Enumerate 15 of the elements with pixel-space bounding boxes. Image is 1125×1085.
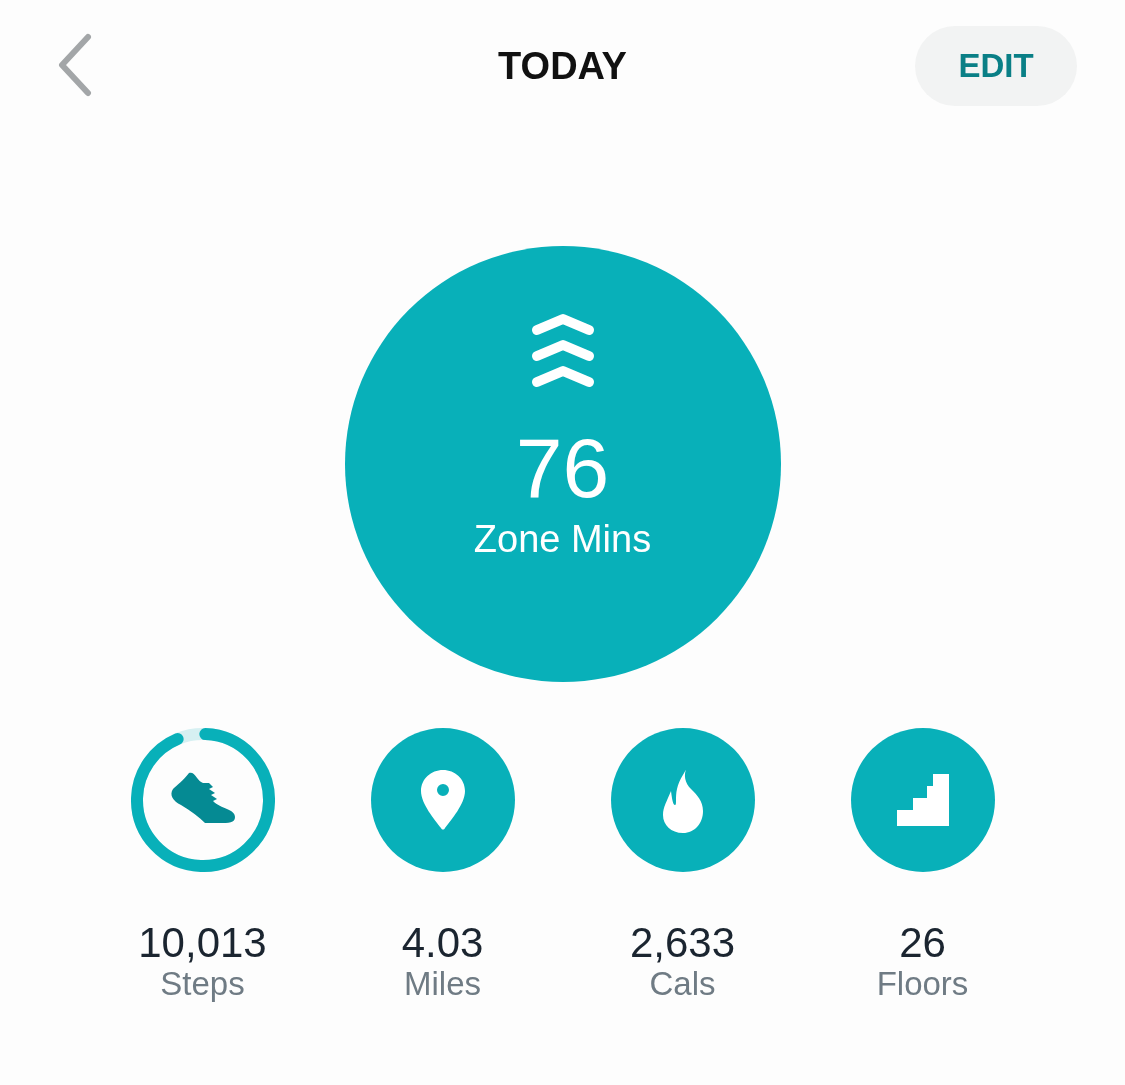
- location-pin-icon: [418, 768, 467, 832]
- page-title: TODAY: [498, 44, 627, 88]
- stat-value: 26: [899, 920, 946, 967]
- stat-label: Floors: [876, 966, 969, 1003]
- stat-label: Steps: [160, 966, 245, 1003]
- stat-label: Miles: [404, 966, 481, 1003]
- zone-minutes-label: Zone Mins: [473, 518, 652, 561]
- stairs-icon: [894, 772, 951, 828]
- edit-button[interactable]: EDIT: [915, 26, 1077, 106]
- zone-minutes-value: 76: [515, 426, 610, 510]
- stat-label: Cals: [649, 966, 716, 1003]
- stat-value: 2,633: [629, 920, 736, 967]
- stat-value: 10,013: [138, 920, 267, 967]
- stat-value: 4.03: [401, 920, 484, 967]
- zone-minutes-circle[interactable]: 76 Zone Mins: [344, 246, 781, 682]
